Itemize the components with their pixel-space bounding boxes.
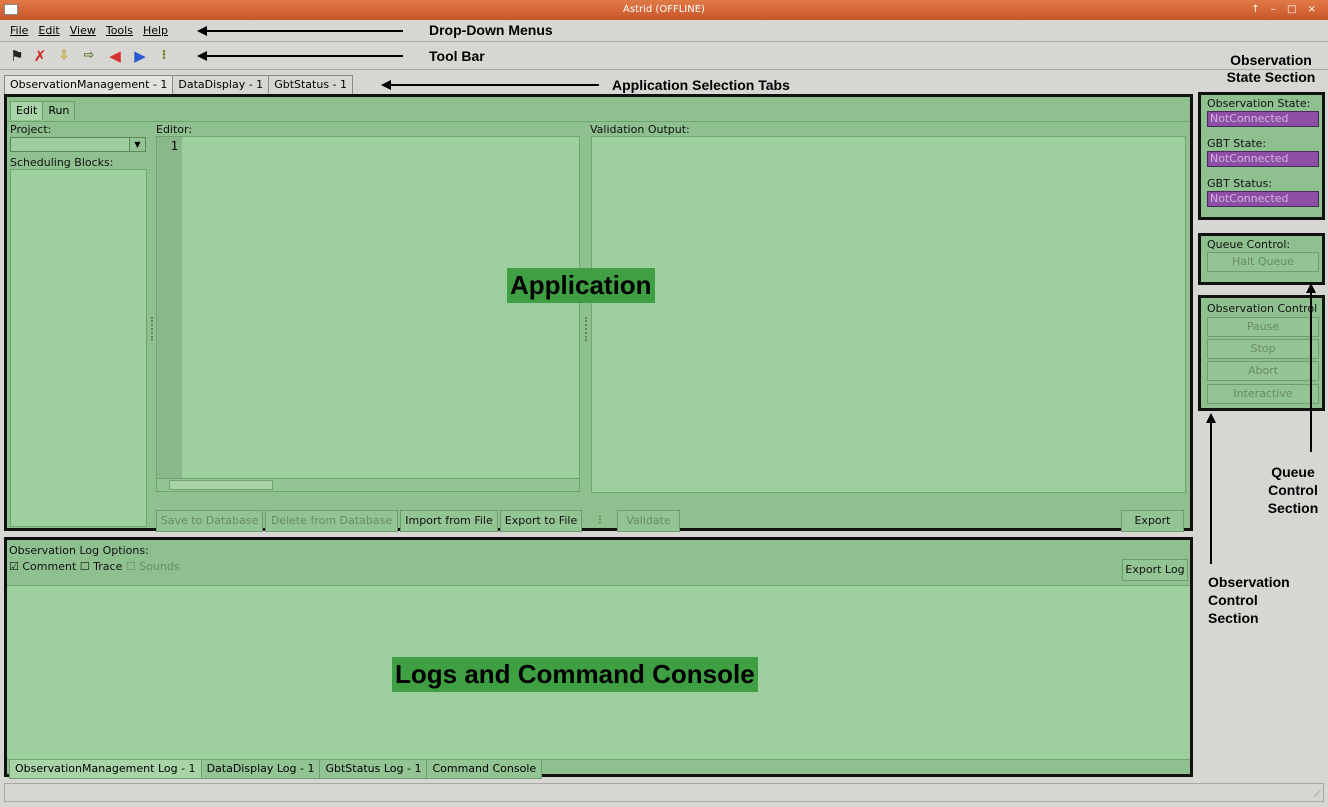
export-log-button[interactable]: Export Log [1122,559,1188,581]
export-to-file-button[interactable]: Export to File [500,510,582,532]
tab-gbt-status-log[interactable]: GbtStatus Log - 1 [319,760,428,779]
logs-console-area: Observation Log Options: ☑ Comment ☐ Tra… [4,537,1193,779]
annotation-tool-bar: Tool Bar [429,48,485,64]
tab-observation-management-log[interactable]: ObservationManagement Log - 1 [9,760,202,779]
editor-pane[interactable]: 1 [156,136,580,492]
abort-button[interactable]: Abort [1207,361,1319,381]
comment-checkbox[interactable]: ☑ [9,560,19,573]
project-select[interactable]: ▼ [10,137,146,152]
subtab-edit[interactable]: Edit [10,101,44,120]
gbt-state-label: GBT State: [1207,137,1267,150]
window-title: Astrid (OFFLINE) [623,4,705,15]
sub-tabs: Edit Run [10,101,76,121]
project-label: Project: [10,123,52,136]
observation-control-section: Observation Control Pause Stop Abort Int… [1198,295,1325,411]
validation-output-pane[interactable] [591,136,1186,493]
gbt-status-label: GBT Status: [1207,177,1273,190]
arrow-menus-line [205,30,403,32]
traffic-light-icon[interactable]: ⁝ [155,47,173,65]
tab-data-display-log[interactable]: DataDisplay Log - 1 [200,760,321,779]
window-menu-icon[interactable] [4,4,18,15]
annotation-logs-console: Logs and Command Console [392,657,758,692]
tab-gbt-status[interactable]: GbtStatus - 1 [268,75,354,94]
obs-state-value: NotConnected [1207,111,1319,127]
pause-button[interactable]: Pause [1207,317,1319,337]
menu-help[interactable]: Help [138,20,173,42]
forward-arrow-icon[interactable]: ▶ [131,47,149,65]
trace-label: Trace [93,560,123,573]
annotation-app-tabs: Application Selection Tabs [612,77,790,93]
arrow-obs-control-line [1210,422,1212,564]
editor-label: Editor: [156,123,193,136]
close-x-icon[interactable]: ✗ [31,47,49,65]
sounds-label: Sounds [139,560,180,573]
menu-tools[interactable]: Tools [101,20,138,42]
log-tabs: ObservationManagement Log - 1 DataDisplay… [9,760,543,779]
obs-state-label: Observation State: [1207,97,1311,110]
queue-control-section: Queue Control: Halt Queue [1198,233,1325,285]
annotation-dropdown-menus: Drop-Down Menus [429,22,553,38]
arrow-queue-line [1310,292,1312,452]
comment-label: Comment [22,560,77,573]
log-options-label: Observation Log Options: [9,544,149,557]
gbt-state-value: NotConnected [1207,151,1319,167]
application-area: Edit Run Project: ▼ Scheduling Blocks: Ed… [4,94,1193,532]
stop-button[interactable]: Stop [1207,339,1319,359]
scheduling-blocks-list[interactable] [10,169,147,527]
log-options-row: ☑ Comment ☐ Trace ☐ Sounds [9,560,180,573]
gbt-status-value: NotConnected [1207,191,1319,207]
tab-observation-management[interactable]: ObservationManagement - 1 [4,75,174,94]
menu-edit[interactable]: Edit [33,20,64,42]
interactive-button[interactable]: Interactive [1207,384,1319,404]
back-arrow-icon[interactable]: ◀ [106,47,124,65]
subtab-run[interactable]: Run [42,101,76,120]
validate-button[interactable]: Validate [617,510,680,532]
horizontal-scrollbar[interactable] [157,478,579,491]
halt-queue-button[interactable]: Halt Queue [1207,252,1319,272]
annotation-queue-control: Queue Control Section [1267,464,1319,516]
tab-command-console[interactable]: Command Console [426,760,543,779]
flag-icon[interactable]: ⚑ [8,47,26,65]
subtab-divider [7,121,1190,122]
export-icon[interactable]: ⇨ [80,47,98,65]
export-button[interactable]: Export [1121,510,1184,532]
window-controls[interactable]: ↑ – □ × [1251,0,1320,20]
app-tabs: ObservationManagement - 1 DataDisplay - 1… [4,75,354,94]
splitter-grip-right[interactable] [585,317,587,341]
import-from-file-button[interactable]: Import from File [400,510,498,532]
tab-data-display[interactable]: DataDisplay - 1 [172,75,270,94]
menu-file[interactable]: File [5,20,33,42]
arrow-tabs-line [389,84,599,86]
sounds-checkbox[interactable]: ☐ [126,560,136,573]
delete-from-database-button[interactable]: Delete from Database [265,510,398,532]
annotation-application: Application [507,268,655,303]
title-bar: Astrid (OFFLINE) ↑ – □ × [0,0,1328,20]
observation-state-section: Observation State: NotConnected GBT Stat… [1198,92,1325,220]
queue-control-label: Queue Control: [1207,238,1291,251]
obs-control-label: Observation Control [1207,302,1318,315]
save-to-database-button[interactable]: Save to Database [156,510,263,532]
trace-checkbox[interactable]: ☐ [80,560,90,573]
line-number-gutter: 1 [157,137,182,478]
annotation-obs-control: Observation Control Section [1208,574,1290,626]
validate-status-icon: ⁝ [597,513,603,528]
import-icon[interactable]: ⇩ [55,47,73,65]
annotation-obs-state-section: Observation State Section [1226,52,1316,85]
status-bar: ⟋ [4,783,1324,802]
chevron-down-icon[interactable]: ▼ [129,138,145,151]
scheduling-blocks-label: Scheduling Blocks: [10,156,114,169]
resize-grip-icon[interactable]: ⟋ [1314,789,1321,800]
splitter-grip-left[interactable] [151,317,153,341]
menu-view[interactable]: View [65,20,101,42]
arrow-toolbar-line [205,55,403,57]
scrollbar-thumb[interactable] [169,480,273,490]
validation-output-label: Validation Output: [590,123,690,136]
